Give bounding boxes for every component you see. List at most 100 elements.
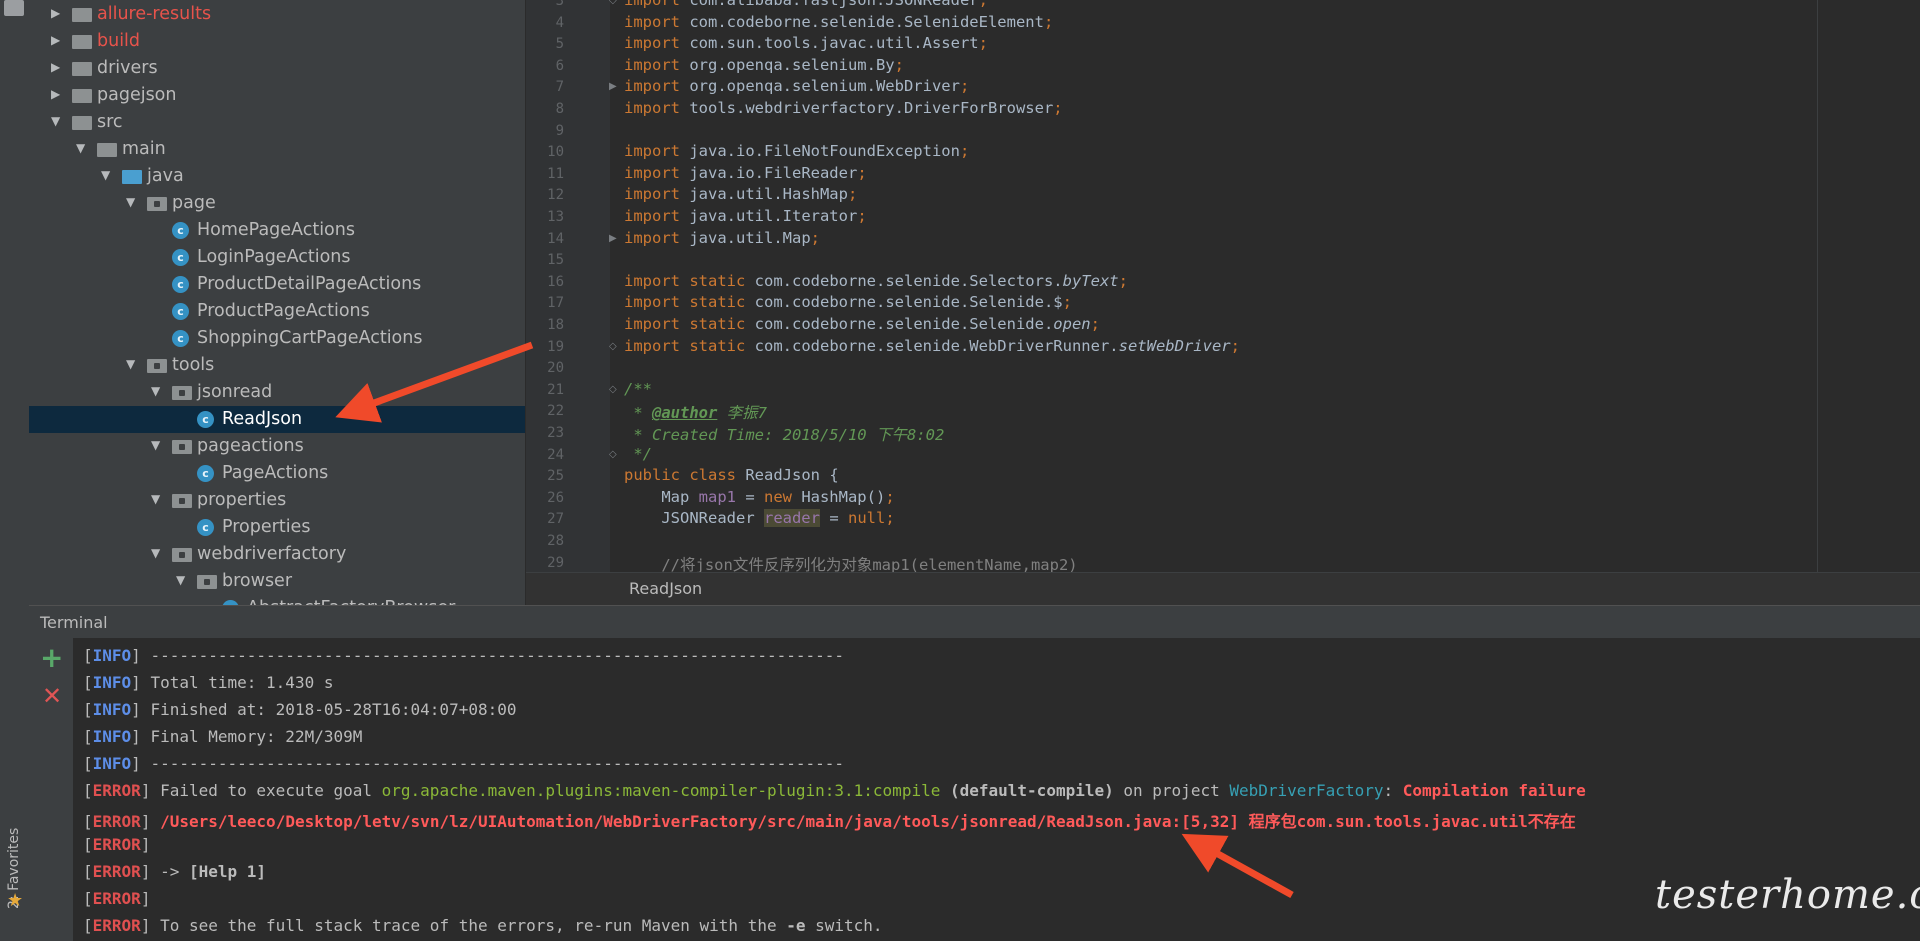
error-line: [ERROR] To see the full stack trace of t… [83, 916, 883, 935]
line-number: 12 [547, 187, 564, 204]
tree-item-drivers[interactable]: ▶ drivers [29, 55, 525, 82]
tree-item-src[interactable]: ▼ src [29, 109, 525, 136]
expanded-arrow-icon[interactable]: ▼ [151, 384, 163, 398]
tree-item-productpageactions[interactable]: c ProductPageActions [29, 298, 525, 325]
code-line[interactable]: 4 import com.codeborne.selenide.SelenideE… [526, 13, 1920, 34]
fold-marker-icon[interactable]: ▶ [609, 233, 617, 244]
tree-item-label: pagejson [97, 85, 177, 105]
code-text: //将json文件反序列化为对象map1(elementName,map2) [624, 555, 1078, 572]
expanded-arrow-icon[interactable]: ▼ [126, 195, 138, 209]
code-line[interactable]: 17 import static com.codeborne.selenide.S… [526, 293, 1920, 314]
code-editor[interactable]: 3 import com.alibaba.fastjson.JSONReader;… [526, 0, 1920, 572]
tree-item-productdetailpageactions[interactable]: c ProductDetailPageActions [29, 271, 525, 298]
line-number: 7 [555, 79, 564, 96]
code-line[interactable]: 19 import static com.codeborne.selenide.W… [526, 337, 1920, 358]
code-line[interactable]: 20 [526, 358, 1920, 379]
collapsed-arrow-icon[interactable]: ▶ [51, 60, 63, 74]
code-line[interactable]: 26 Map map1 = new HashMap(); [526, 488, 1920, 509]
line-number: 25 [547, 468, 564, 485]
favorites-tool-button[interactable]: 2: Favorites ★ [2, 827, 26, 917]
tree-item-java[interactable]: ▼ java [29, 163, 525, 190]
line-number: 6 [555, 57, 564, 74]
line-number: 9 [555, 122, 564, 139]
fold-marker-icon[interactable]: ▶ [609, 81, 617, 92]
code-line[interactable]: 9 [526, 121, 1920, 142]
tree-item-label: page [172, 193, 216, 213]
code-line[interactable]: 10 import java.io.FileNotFoundException; [526, 142, 1920, 163]
tree-item-webdriverfactory[interactable]: ▼ webdriverfactory [29, 541, 525, 568]
code-line[interactable]: 18 import static com.codeborne.selenide.S… [526, 315, 1920, 336]
tree-item-shoppingcartpageactions[interactable]: c ShoppingCartPageActions [29, 325, 525, 352]
folder-icon [72, 35, 92, 49]
tree-item-abstractfactorybrowser[interactable]: cAbstractFactoryBrowser [29, 595, 525, 605]
code-line[interactable]: 21 /** ◇ [526, 380, 1920, 401]
folder-icon [72, 8, 92, 22]
code-line[interactable]: 7 import org.openqa.selenium.WebDriver; ▶ [526, 77, 1920, 98]
fold-marker-icon[interactable]: ◇ [609, 0, 617, 6]
code-line[interactable]: 15 [526, 250, 1920, 271]
code-text: * Created Time: 2018/5/10 下午8:02 [624, 426, 945, 444]
breadcrumb-class[interactable]: ReadJson [629, 579, 702, 598]
line-number: 3 [555, 0, 564, 9]
code-line[interactable]: 11 import java.io.FileReader; [526, 164, 1920, 185]
code-line[interactable]: 24 */ ◇ [526, 445, 1920, 466]
tree-item-readjson[interactable]: c ReadJson [29, 406, 525, 433]
code-line[interactable]: 25 public class ReadJson { [526, 466, 1920, 487]
code-line[interactable]: 12 import java.util.HashMap; [526, 185, 1920, 206]
expanded-arrow-icon[interactable]: ▼ [151, 492, 163, 506]
close-session-icon[interactable]: ✕ [42, 682, 62, 710]
code-line[interactable]: 3 import com.alibaba.fastjson.JSONReader;… [526, 0, 1920, 12]
tree-item-pageactions[interactable]: ▼ pageactions [29, 433, 525, 460]
expanded-arrow-icon[interactable]: ▼ [101, 168, 113, 182]
tree-item-page[interactable]: ▼ page [29, 190, 525, 217]
tree-item-properties[interactable]: ▼ properties [29, 487, 525, 514]
expanded-arrow-icon[interactable]: ▼ [126, 357, 138, 371]
code-line[interactable]: 22 * @author 李振7 [526, 401, 1920, 422]
code-line[interactable]: 23 * Created Time: 2018/5/10 下午8:02 [526, 423, 1920, 444]
tree-item-label: AbstractFactoryBrowser [247, 598, 455, 605]
fold-marker-icon[interactable]: ◇ [609, 341, 617, 352]
collapsed-arrow-icon[interactable]: ▶ [51, 87, 63, 101]
watermark: testerhome.com [1655, 872, 1920, 918]
code-line[interactable]: 13 import java.util.Iterator; [526, 207, 1920, 228]
code-line[interactable]: 6 import org.openqa.selenium.By; [526, 56, 1920, 77]
tree-item-tools[interactable]: ▼ tools [29, 352, 525, 379]
code-line[interactable]: 8 import tools.webdriverfactory.DriverFor… [526, 99, 1920, 120]
collapsed-arrow-icon[interactable]: ▶ [51, 6, 63, 20]
line-number: 21 [547, 381, 564, 398]
code-line[interactable]: 29 //将json文件反序列化为对象map1(elementName,map2… [526, 553, 1920, 572]
line-number: 13 [547, 209, 564, 225]
code-line[interactable]: 28 [526, 531, 1920, 552]
tree-item-allure-results[interactable]: ▶ allure-results [29, 1, 525, 28]
tree-item-build[interactable]: ▶ build [29, 28, 525, 55]
expanded-arrow-icon[interactable]: ▼ [76, 141, 88, 155]
fold-marker-icon[interactable]: ◇ [609, 449, 617, 460]
tree-item-homepageactions[interactable]: c HomePageActions [29, 217, 525, 244]
package-icon [172, 548, 192, 562]
code-line[interactable]: 5 import com.sun.tools.javac.util.Assert; [526, 34, 1920, 55]
collapsed-arrow-icon[interactable]: ▶ [51, 33, 63, 47]
line-number: 11 [547, 165, 564, 182]
expanded-arrow-icon[interactable]: ▼ [151, 438, 163, 452]
fold-marker-icon[interactable]: ◇ [609, 384, 617, 395]
terminal-output[interactable]: [INFO] ---------------------------------… [74, 638, 1920, 941]
tree-item-loginpageactions[interactable]: c LoginPageActions [29, 244, 525, 271]
terminal-header: Terminal [29, 605, 1920, 639]
tree-item-main[interactable]: ▼ main [29, 136, 525, 163]
tree-item-jsonread[interactable]: ▼ jsonread [29, 379, 525, 406]
tree-item-browser[interactable]: ▼ browser [29, 568, 525, 595]
code-text: import static com.codeborne.selenide.Sel… [624, 271, 1128, 290]
new-session-icon[interactable]: + [40, 644, 63, 672]
expanded-arrow-icon[interactable]: ▼ [176, 573, 188, 587]
code-line[interactable]: 27 JSONReader reader = null; [526, 509, 1920, 530]
line-number: 17 [547, 295, 564, 312]
tree-item-pageactions[interactable]: c PageActions [29, 460, 525, 487]
tree-item-label: LoginPageActions [197, 247, 351, 267]
code-line[interactable]: 14 import java.util.Map; ▶ [526, 229, 1920, 250]
tree-item-pagejson[interactable]: ▶ pagejson [29, 82, 525, 109]
code-line[interactable]: 16 import static com.codeborne.selenide.S… [526, 272, 1920, 293]
project-tool-icon[interactable] [4, 0, 24, 16]
tree-item-properties[interactable]: c Properties [29, 514, 525, 541]
expanded-arrow-icon[interactable]: ▼ [151, 546, 163, 560]
expanded-arrow-icon[interactable]: ▼ [51, 114, 63, 128]
